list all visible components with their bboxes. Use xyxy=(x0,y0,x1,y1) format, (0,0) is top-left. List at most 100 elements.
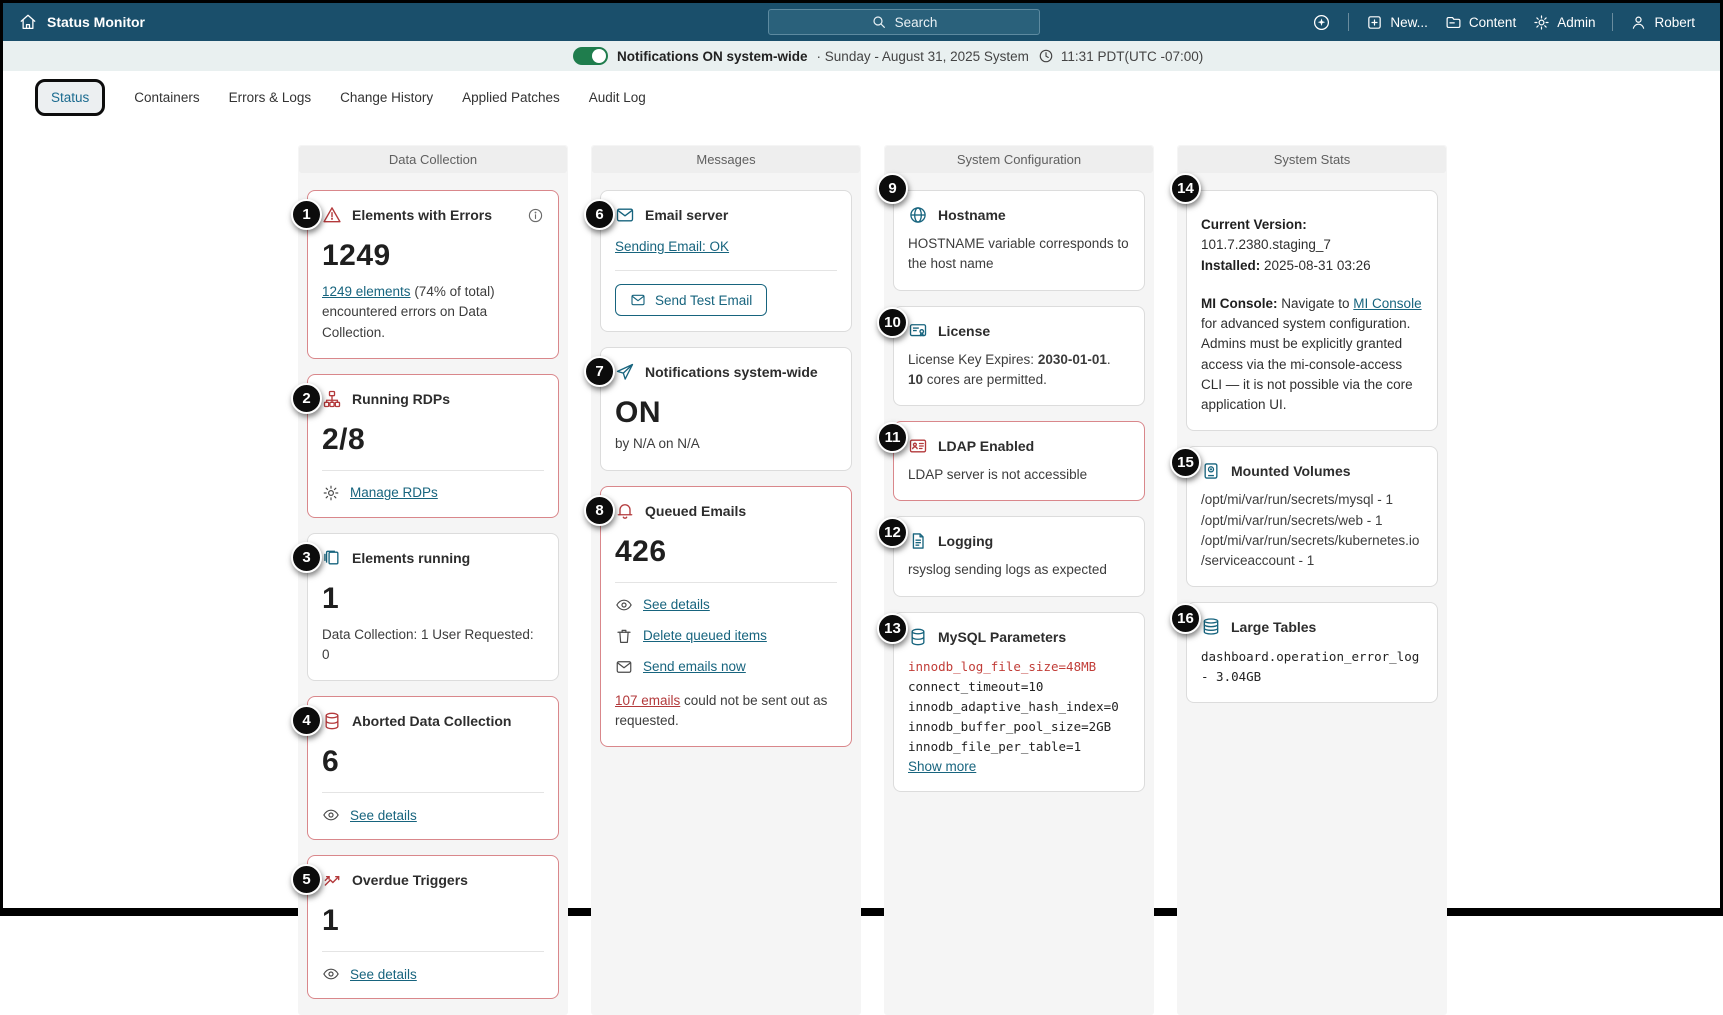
annotation-badge: 7 xyxy=(584,356,615,388)
card-title: Overdue Triggers xyxy=(352,872,468,889)
search-input[interactable]: Search xyxy=(768,9,1040,35)
user-menu-label: Robert xyxy=(1654,14,1695,30)
warning-triangle-icon xyxy=(322,205,342,225)
tab-applied-patches[interactable]: Applied Patches xyxy=(462,90,560,105)
card-mysql-parameters: 13 MySQL Parameters innodb_log_file_size… xyxy=(877,611,1145,792)
large-table-entry: dashboard.operation_error_log - 3.04GB xyxy=(1201,649,1420,685)
card-queued-emails: 8 Queued Emails 426 See details Delete q… xyxy=(584,485,852,747)
mi-console-link[interactable]: MI Console xyxy=(1353,296,1421,311)
annotation-badge: 14 xyxy=(1170,173,1201,204)
metric-value: 1 xyxy=(322,581,340,615)
new-button[interactable]: New... xyxy=(1366,14,1428,31)
tab-containers[interactable]: Containers xyxy=(134,90,199,105)
license-description: License Key Expires: 2030-01-01. 10 core… xyxy=(908,351,1111,387)
card-title: Mounted Volumes xyxy=(1231,463,1351,480)
database-icon xyxy=(908,627,928,647)
annotation-badge: 5 xyxy=(291,864,322,896)
card-aborted-data-collection: 4 Aborted Data Collection 6 See details xyxy=(291,696,559,841)
home-icon[interactable] xyxy=(19,13,37,31)
card-title: Elements running xyxy=(352,549,471,566)
hard-drive-icon xyxy=(1201,461,1221,481)
column-messages: Messages 6 Email server Sending Email: O… xyxy=(584,145,861,1015)
card-title: MySQL Parameters xyxy=(938,628,1067,645)
bell-icon xyxy=(615,501,635,521)
card-email-server: 6 Email server Sending Email: OK Send Te… xyxy=(584,190,852,333)
card-description: LDAP server is not accessible xyxy=(908,467,1088,482)
card-title: Aborted Data Collection xyxy=(352,713,512,730)
trash-icon xyxy=(615,627,633,645)
app-title: Status Monitor xyxy=(47,14,145,30)
status-monitor-page: { "header": { "title": "Status Monitor",… xyxy=(0,0,1723,1015)
annotation-badge: 8 xyxy=(584,494,615,526)
content-folder-icon xyxy=(1445,14,1462,31)
new-button-label: New... xyxy=(1390,14,1428,30)
column-header: Messages xyxy=(592,146,860,173)
manage-rdps-link[interactable]: Manage RDPs xyxy=(350,485,438,500)
search-label: Search xyxy=(894,14,938,30)
status-board: Data Collection 1 Elements with Errors 1… xyxy=(291,145,1720,1015)
card-description: HOSTNAME variable corresponds to the hos… xyxy=(908,236,1129,272)
tab-status[interactable]: Status xyxy=(35,78,106,116)
tab-bar: Status Containers Errors & Logs Change H… xyxy=(3,71,1720,123)
send-emails-now-link[interactable]: Send emails now xyxy=(643,659,746,674)
search-icon xyxy=(871,14,887,30)
card-description: Data Collection: 1 User Requested: 0 xyxy=(322,626,534,662)
tab-change-history[interactable]: Change History xyxy=(340,90,433,105)
envelope-icon xyxy=(615,658,633,676)
notifications-toggle[interactable] xyxy=(573,47,608,65)
delete-queued-items-link[interactable]: Delete queued items xyxy=(643,628,767,643)
card-description: rsyslog sending logs as expected xyxy=(908,562,1107,578)
see-details-link[interactable]: See details xyxy=(643,597,710,612)
show-more-link[interactable]: Show more xyxy=(908,759,976,774)
card-mounted-volumes: 15 Mounted Volumes /opt/mi/var/run/secre… xyxy=(1170,446,1438,588)
tab-audit-log[interactable]: Audit Log xyxy=(589,90,646,105)
card-title: Hostname xyxy=(938,207,1006,223)
header-divider xyxy=(1612,13,1614,31)
annotation-badge: 9 xyxy=(877,173,908,204)
tab-errors-logs[interactable]: Errors & Logs xyxy=(229,90,312,105)
card-running-rdps: 2 Running RDPs 2/8 Manage RDPs xyxy=(291,373,559,518)
info-icon[interactable] xyxy=(527,207,544,224)
user-icon xyxy=(1630,14,1647,31)
volume-path: /opt/mi/var/run/secrets/kubernetes.io/se… xyxy=(1201,532,1420,568)
card-notifications-system-wide: 7 Notifications system-wide ON by N/A on… xyxy=(584,347,852,471)
annotation-badge: 13 xyxy=(877,612,908,644)
mounted-volumes-list: /opt/mi/var/run/secrets/mysql - 1 /opt/m… xyxy=(1201,490,1423,571)
content-button[interactable]: Content xyxy=(1445,14,1516,31)
card-license: 10 License License Key Expires: 2030-01-… xyxy=(877,305,1145,406)
mi-console-block: MI Console: Navigate to MI Console for a… xyxy=(1201,295,1422,412)
large-tables-list: dashboard.operation_error_log - 3.04GB xyxy=(1201,647,1423,687)
metric-value: 426 xyxy=(615,534,667,568)
see-details-link[interactable]: See details xyxy=(350,967,417,982)
sending-email-status-link[interactable]: Sending Email: OK xyxy=(615,239,729,254)
mysql-parameters-list: innodb_log_file_size=48MB connect_timeou… xyxy=(908,657,1130,757)
notification-date: · Sunday - August 31, 2025 System xyxy=(816,48,1029,64)
license-icon xyxy=(908,321,928,341)
overdue-arrows-icon xyxy=(322,870,342,890)
annotation-badge: 16 xyxy=(1170,603,1201,635)
sparkle-icon[interactable] xyxy=(1312,13,1331,32)
globe-icon xyxy=(908,205,928,225)
admin-button[interactable]: Admin xyxy=(1533,14,1595,31)
envelope-icon xyxy=(630,292,646,308)
database-icon xyxy=(322,711,342,731)
card-title: Queued Emails xyxy=(645,502,747,519)
column-system-stats: System Stats 14 Current Version: 101.7.2… xyxy=(1170,145,1447,1015)
column-header: Data Collection xyxy=(299,146,567,173)
eye-icon xyxy=(322,965,340,983)
card-ldap-enabled: 11 LDAP Enabled LDAP server is not acces… xyxy=(877,421,1145,502)
failed-emails-link[interactable]: 107 emails xyxy=(615,693,680,708)
metric-value: 1 xyxy=(322,904,340,938)
send-test-email-label: Send Test Email xyxy=(655,292,753,308)
card-description: by N/A on N/A xyxy=(615,436,700,452)
card-title: Logging xyxy=(938,533,994,550)
user-menu[interactable]: Robert xyxy=(1630,14,1695,31)
sitemap-icon xyxy=(322,389,342,409)
send-test-email-button[interactable]: Send Test Email xyxy=(615,284,768,317)
see-details-link[interactable]: See details xyxy=(350,808,417,823)
card-title: Elements with Errors xyxy=(352,207,493,223)
card-overdue-triggers: 5 Overdue Triggers 1 See details xyxy=(291,855,559,1000)
annotation-badge: 6 xyxy=(584,199,615,230)
elements-errors-link[interactable]: 1249 elements xyxy=(322,284,411,299)
content-button-label: Content xyxy=(1468,14,1517,30)
